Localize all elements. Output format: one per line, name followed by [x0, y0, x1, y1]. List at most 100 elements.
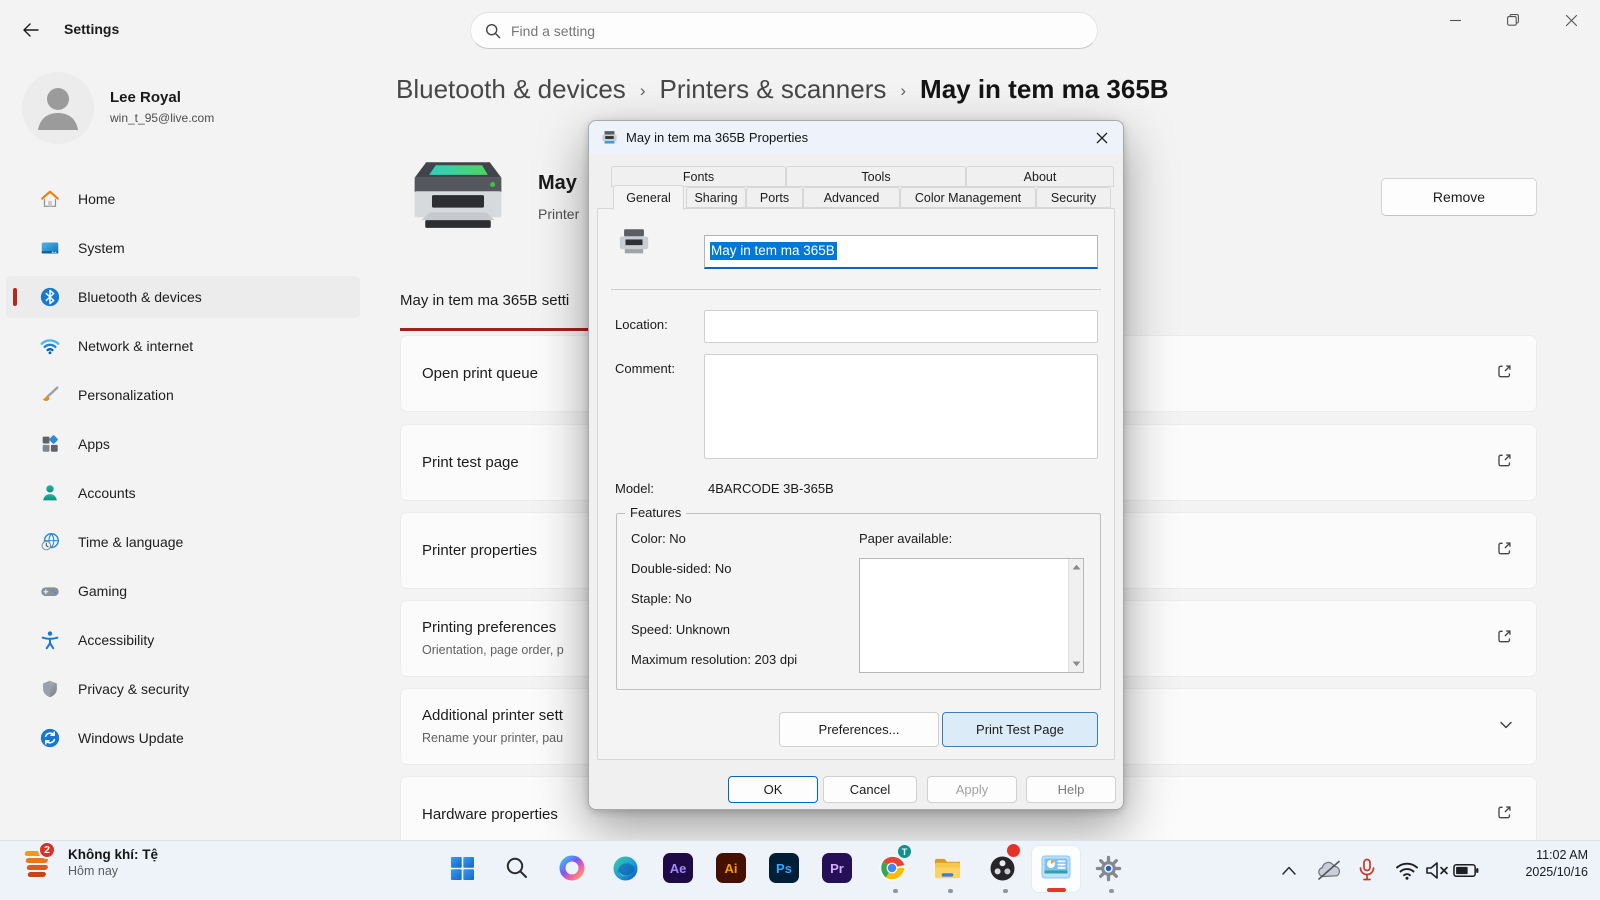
model-label: Model: — [615, 481, 654, 496]
back-button[interactable] — [16, 16, 44, 44]
taskbar-premiere-button[interactable]: Pr — [817, 846, 857, 890]
sidebar-item-bluetooth-devices[interactable]: Bluetooth & devices — [6, 276, 360, 318]
printer-properties-dialog: May in tem ma 365B Properties Fonts Tool… — [588, 120, 1124, 810]
clock-date: 2025/10/16 — [1525, 864, 1588, 881]
chevron-up-icon — [1282, 866, 1296, 875]
taskbar-file-explorer-button[interactable] — [927, 846, 967, 890]
sidebar-item-personalization[interactable]: Personalization — [6, 374, 360, 416]
tile-label: Pr — [830, 861, 844, 876]
tab-about[interactable]: About — [966, 166, 1114, 187]
time-language-icon — [38, 530, 62, 554]
tray-microphone-button[interactable] — [1354, 857, 1380, 883]
breadcrumb-separator: › — [900, 78, 906, 101]
volume-mute-icon — [1425, 861, 1449, 880]
taskbar-search-button[interactable] — [497, 846, 537, 890]
taskbar-after-effects-button[interactable]: Ae — [658, 846, 698, 890]
help-button[interactable]: Help — [1026, 776, 1116, 803]
search-box[interactable] — [470, 12, 1098, 49]
taskbar-photoshop-button[interactable]: Ps — [764, 846, 804, 890]
paper-available-listbox[interactable] — [859, 558, 1084, 673]
print-test-page-button[interactable]: Print Test Page — [942, 712, 1098, 747]
feature-color: Color: No — [631, 531, 686, 546]
breadcrumb-bluetooth-devices[interactable]: Bluetooth & devices — [396, 74, 626, 105]
feature-speed: Speed: Unknown — [631, 622, 730, 637]
taskbar-chrome-button[interactable]: T — [872, 846, 912, 890]
app-title: Settings — [64, 21, 119, 37]
feature-double-sided: Double-sided: No — [631, 561, 731, 576]
printer-name-input[interactable]: May in tem ma 365B — [704, 235, 1098, 269]
sidebar-item-label: Bluetooth & devices — [78, 289, 202, 305]
cancel-button[interactable]: Cancel — [823, 776, 917, 803]
sidebar-item-label: Accessibility — [78, 632, 154, 648]
comment-input[interactable] — [704, 354, 1098, 459]
remove-button[interactable]: Remove — [1381, 178, 1537, 216]
sidebar-item-gaming[interactable]: Gaming — [6, 570, 360, 612]
tab-general[interactable]: General — [613, 185, 684, 210]
tray-onedrive-button[interactable] — [1316, 857, 1342, 883]
tab-fonts[interactable]: Fonts — [611, 166, 786, 187]
sidebar-item-windows-update[interactable]: Windows Update — [6, 717, 360, 759]
taskbar-start-button[interactable] — [442, 846, 482, 890]
search-input[interactable] — [511, 23, 1083, 39]
tab-tools[interactable]: Tools — [786, 166, 966, 187]
scroll-down-icon[interactable] — [1069, 656, 1084, 672]
preferences-button[interactable]: Preferences... — [779, 712, 939, 747]
sidebar-item-label: Home — [78, 191, 115, 207]
ok-button[interactable]: OK — [728, 776, 818, 803]
taskbar-copilot-button[interactable] — [552, 846, 592, 890]
breadcrumb-printers-scanners[interactable]: Printers & scanners — [659, 74, 886, 105]
tab-ports[interactable]: Ports — [746, 187, 803, 208]
tray-show-hidden-icons[interactable] — [1276, 857, 1302, 883]
taskbar-settings-button[interactable] — [1088, 846, 1128, 890]
taskbar-clock[interactable]: 11:02 AM 2025/10/16 — [1525, 847, 1588, 881]
taskbar-edge-button[interactable] — [605, 846, 645, 890]
features-groupbox: Features Color: No Double-sided: No Stap… — [616, 513, 1101, 690]
cloud-offline-icon — [1316, 860, 1342, 880]
tray-wifi-button[interactable] — [1394, 857, 1420, 883]
tab-color-management[interactable]: Color Management — [900, 187, 1036, 208]
open-external-icon — [1495, 539, 1514, 563]
tray-battery-button[interactable] — [1453, 857, 1479, 883]
breadcrumb: Bluetooth & devices › Printers & scanner… — [396, 74, 1169, 105]
sidebar-item-accessibility[interactable]: Accessibility — [6, 619, 360, 661]
open-external-icon — [1495, 451, 1514, 475]
features-legend: Features — [625, 505, 686, 520]
minimize-button[interactable] — [1426, 0, 1484, 40]
taskbar-control-panel-button[interactable] — [1036, 846, 1076, 890]
listbox-scrollbar[interactable] — [1068, 559, 1083, 672]
scroll-up-icon[interactable] — [1069, 559, 1084, 575]
tab-sharing[interactable]: Sharing — [686, 187, 746, 208]
divider — [611, 289, 1101, 290]
sidebar-item-time-language[interactable]: Time & language — [6, 521, 360, 563]
sidebar-item-label: Privacy & security — [78, 681, 189, 697]
comment-label: Comment: — [615, 361, 675, 376]
tab-security[interactable]: Security — [1036, 187, 1111, 208]
sidebar-item-label: Accounts — [78, 485, 136, 501]
sidebar-item-system[interactable]: System — [6, 227, 360, 269]
after-effects-icon: Ae — [663, 853, 693, 883]
notification-badge: 2 — [38, 841, 56, 859]
row-title: Printer properties — [422, 542, 537, 559]
printer-image — [405, 156, 511, 243]
tray-volume-button[interactable] — [1424, 857, 1450, 883]
location-input[interactable] — [704, 310, 1098, 343]
sidebar-item-home[interactable]: Home — [6, 178, 360, 220]
sidebar-item-apps[interactable]: Apps — [6, 423, 360, 465]
dialog-titlebar[interactable]: May in tem ma 365B Properties — [589, 121, 1123, 154]
sidebar-item-network-internet[interactable]: Network & internet — [6, 325, 360, 367]
taskbar-illustrator-button[interactable]: Ai — [711, 846, 751, 890]
open-external-icon — [1495, 362, 1514, 386]
tab-advanced[interactable]: Advanced — [803, 187, 900, 208]
taskbar-obs-button[interactable] — [982, 846, 1022, 890]
dialog-close-icon[interactable] — [1090, 127, 1114, 149]
weather-subtext: Hôm nay — [68, 864, 158, 878]
sidebar-item-accounts[interactable]: Accounts — [6, 472, 360, 514]
row-title: Printing preferences — [422, 619, 556, 636]
model-value: 4BARCODE 3B-365B — [708, 481, 834, 496]
close-button[interactable] — [1542, 0, 1600, 40]
sidebar-item-privacy-security[interactable]: Privacy & security — [6, 668, 360, 710]
tab-label: General — [626, 191, 670, 205]
restore-button[interactable] — [1484, 0, 1542, 40]
apply-button[interactable]: Apply — [927, 776, 1017, 803]
battery-icon — [1453, 863, 1479, 878]
